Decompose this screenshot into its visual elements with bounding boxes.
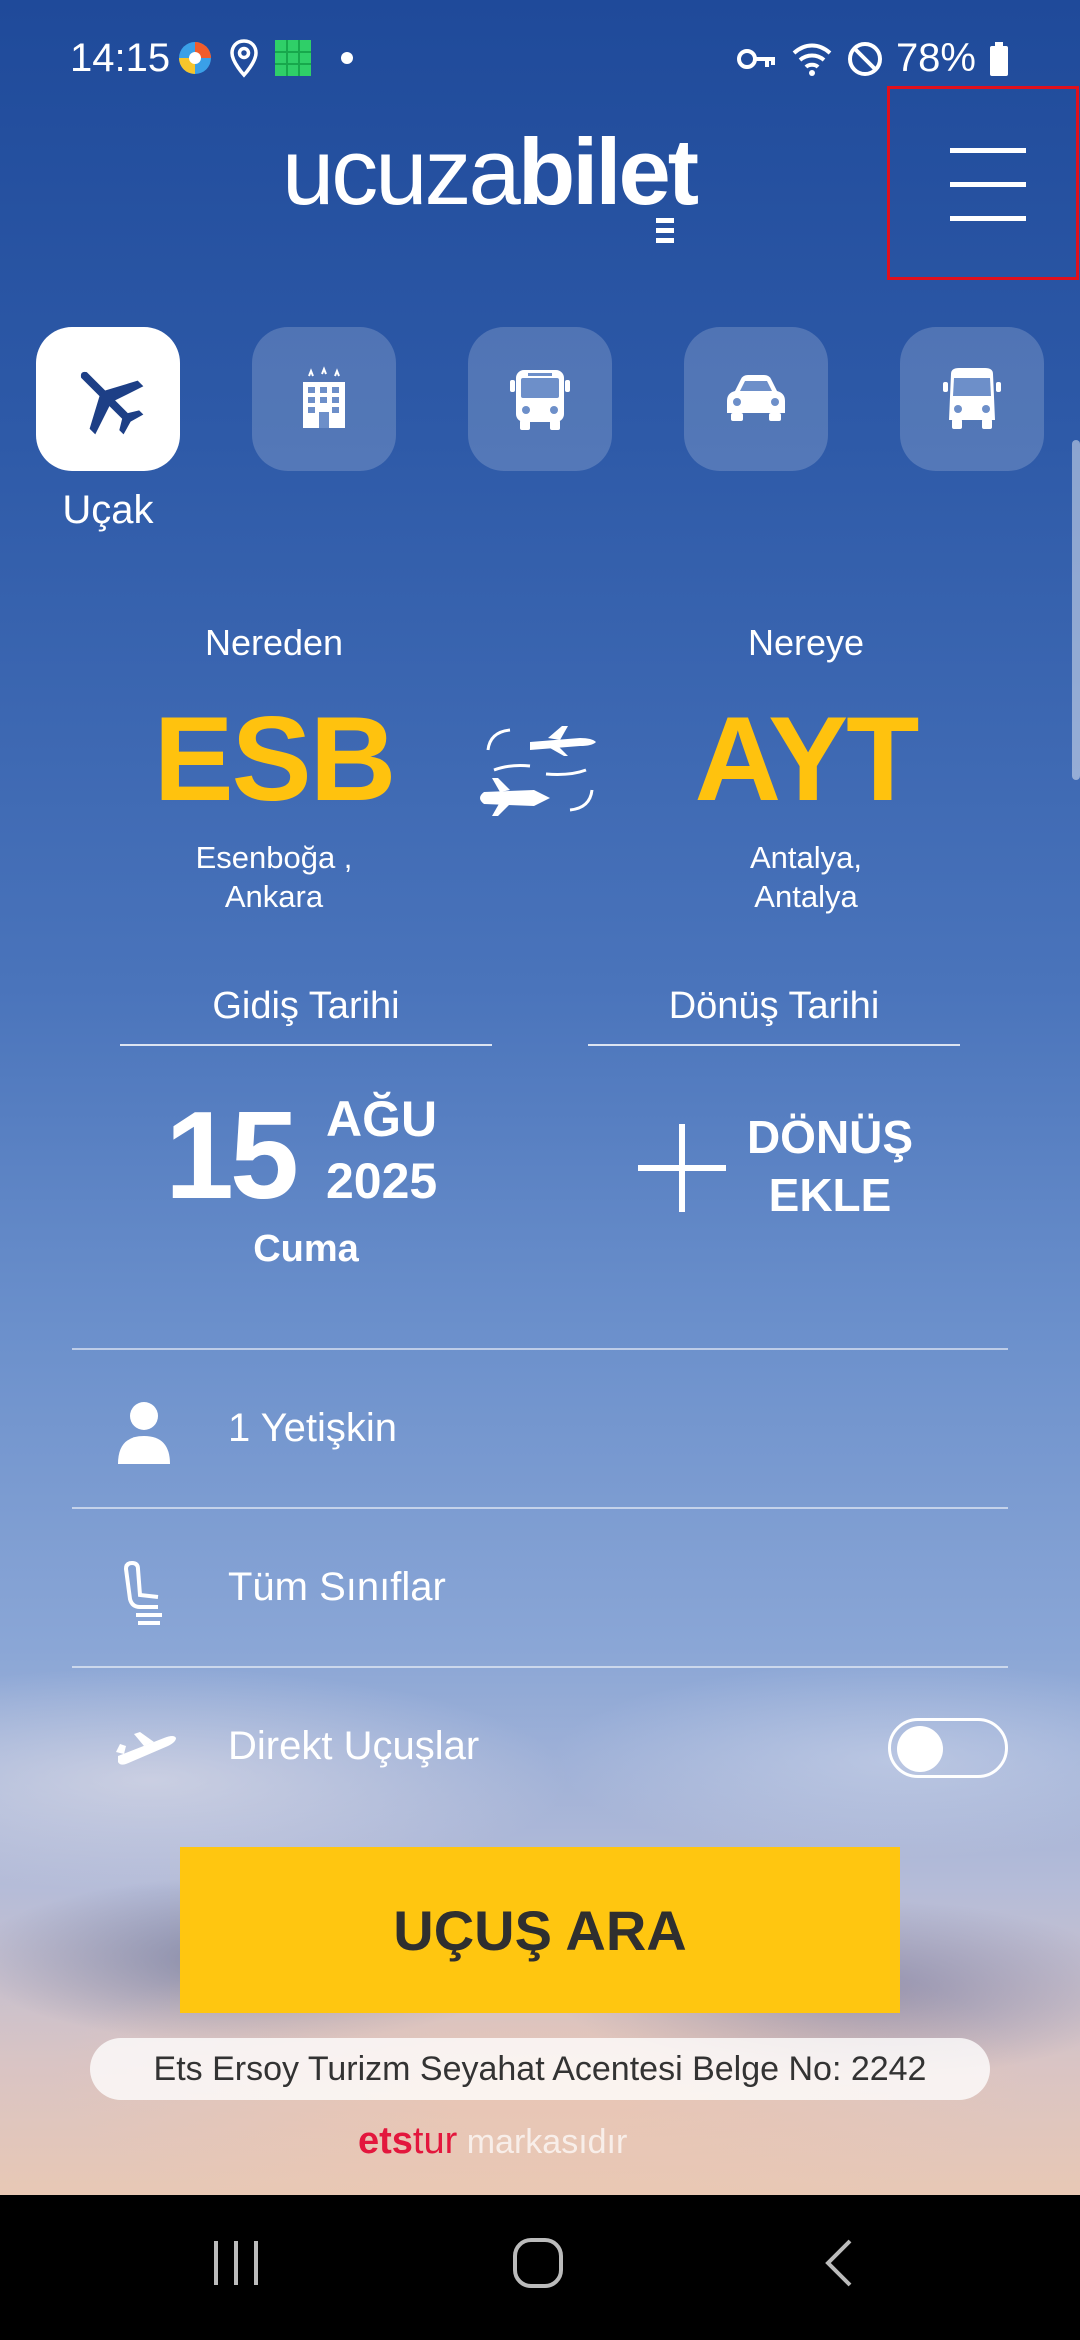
person-icon xyxy=(118,1402,170,1464)
minibus-icon xyxy=(943,368,1001,429)
direct-flights-row: Direkt Uçuşlar xyxy=(72,1666,1008,1824)
hotel-icon xyxy=(303,366,345,428)
tab-flight[interactable] xyxy=(36,327,180,471)
destination-code: AYT xyxy=(694,692,920,826)
passenger-selector[interactable]: 1 Yetişkin xyxy=(72,1348,1008,1506)
notification-dot xyxy=(341,52,353,64)
recent-apps-icon[interactable] xyxy=(210,2235,262,2291)
tab-hotel[interactable] xyxy=(252,327,396,471)
bus-icon xyxy=(510,370,570,430)
scroll-indicator[interactable] xyxy=(1072,440,1080,780)
tab-car[interactable] xyxy=(684,327,828,471)
passenger-count: 1 Yetişkin xyxy=(228,1406,398,1450)
battery-icon xyxy=(990,41,1008,76)
logo-text-light: ucuza xyxy=(282,119,521,224)
wifi-icon xyxy=(792,43,832,76)
origin-name-line1: Esenboğa , xyxy=(195,840,353,875)
menu-button[interactable] xyxy=(887,86,1079,280)
add-return-line1: DÖNÜŞ xyxy=(746,1111,914,1163)
origin-code: ESB xyxy=(153,692,397,826)
home-icon[interactable] xyxy=(510,2235,566,2291)
seat-icon xyxy=(123,1561,162,1625)
brand-suffix: markasıdır xyxy=(457,2123,628,2161)
add-return-label: DÖNÜŞ EKLE xyxy=(740,1108,920,1224)
hamburger-menu-icon xyxy=(950,148,1026,153)
license-info: Ets Ersoy Turizm Seyahat Acentesi Belge … xyxy=(90,2038,990,2100)
direct-flights-label: Direkt Uçuşlar xyxy=(228,1724,480,1768)
tab-transfer[interactable] xyxy=(900,327,1044,471)
departure-month: AĞU xyxy=(326,1091,438,1147)
colorful-app-icon xyxy=(179,42,211,74)
departure-date-label: Gidiş Tarihi xyxy=(120,985,492,1046)
departure-day: 15 xyxy=(165,1087,299,1225)
destination-name: Antalya, Antalya xyxy=(616,838,996,916)
destination-name-line1: Antalya, xyxy=(749,840,862,875)
logo-text-bold: bilet xyxy=(517,119,699,224)
tab-flight-label: Uçak xyxy=(62,488,154,532)
clock: 14:15 xyxy=(70,36,171,80)
system-navigation-bar xyxy=(0,2195,1080,2340)
swap-airports-icon[interactable] xyxy=(470,720,610,820)
key-icon xyxy=(736,48,775,69)
origin-label: Nereden xyxy=(204,622,344,663)
destination-name-line2: Antalya xyxy=(754,879,858,914)
tab-bus[interactable] xyxy=(468,327,612,471)
cabin-class: Tüm Sınıflar xyxy=(228,1565,446,1609)
location-icon xyxy=(230,39,258,78)
back-icon[interactable] xyxy=(820,2235,860,2291)
add-return-line2: EKLE xyxy=(768,1169,892,1221)
airplane-takeoff-icon xyxy=(116,1732,176,1765)
origin-name-line2: Ankara xyxy=(224,879,324,914)
return-date-label: Dönüş Tarihi xyxy=(588,985,960,1046)
plus-icon xyxy=(638,1124,726,1212)
departure-weekday: Cuma xyxy=(253,1228,359,1270)
green-app-icon xyxy=(275,40,311,76)
car-icon xyxy=(727,375,785,421)
destination-label: Nereye xyxy=(747,622,865,663)
logo-ticks xyxy=(656,218,674,248)
etstur-brand[interactable]: etstur markasıdır xyxy=(358,2120,627,2163)
toggle-knob xyxy=(897,1726,943,1772)
airplane-icon xyxy=(80,371,144,435)
ucuzabilet-logo[interactable]: ucuzabilet xyxy=(282,118,699,243)
origin-name: Esenboğa , Ankara xyxy=(84,838,464,916)
cabin-class-selector[interactable]: Tüm Sınıflar xyxy=(72,1507,1008,1665)
app-screen: 14:15 78% ucuzabilet Uçak Nereden ESB Es… xyxy=(0,0,1080,2195)
brand-tur: tur xyxy=(412,2120,458,2162)
brand-ets: ets xyxy=(358,2120,413,2162)
departure-year: 2025 xyxy=(326,1153,438,1209)
direct-flights-toggle[interactable] xyxy=(888,1718,1008,1778)
battery-percent: 78% xyxy=(895,36,976,80)
search-flights-button[interactable]: UÇUŞ ARA xyxy=(180,1847,900,2013)
do-not-disturb-icon xyxy=(847,41,882,76)
